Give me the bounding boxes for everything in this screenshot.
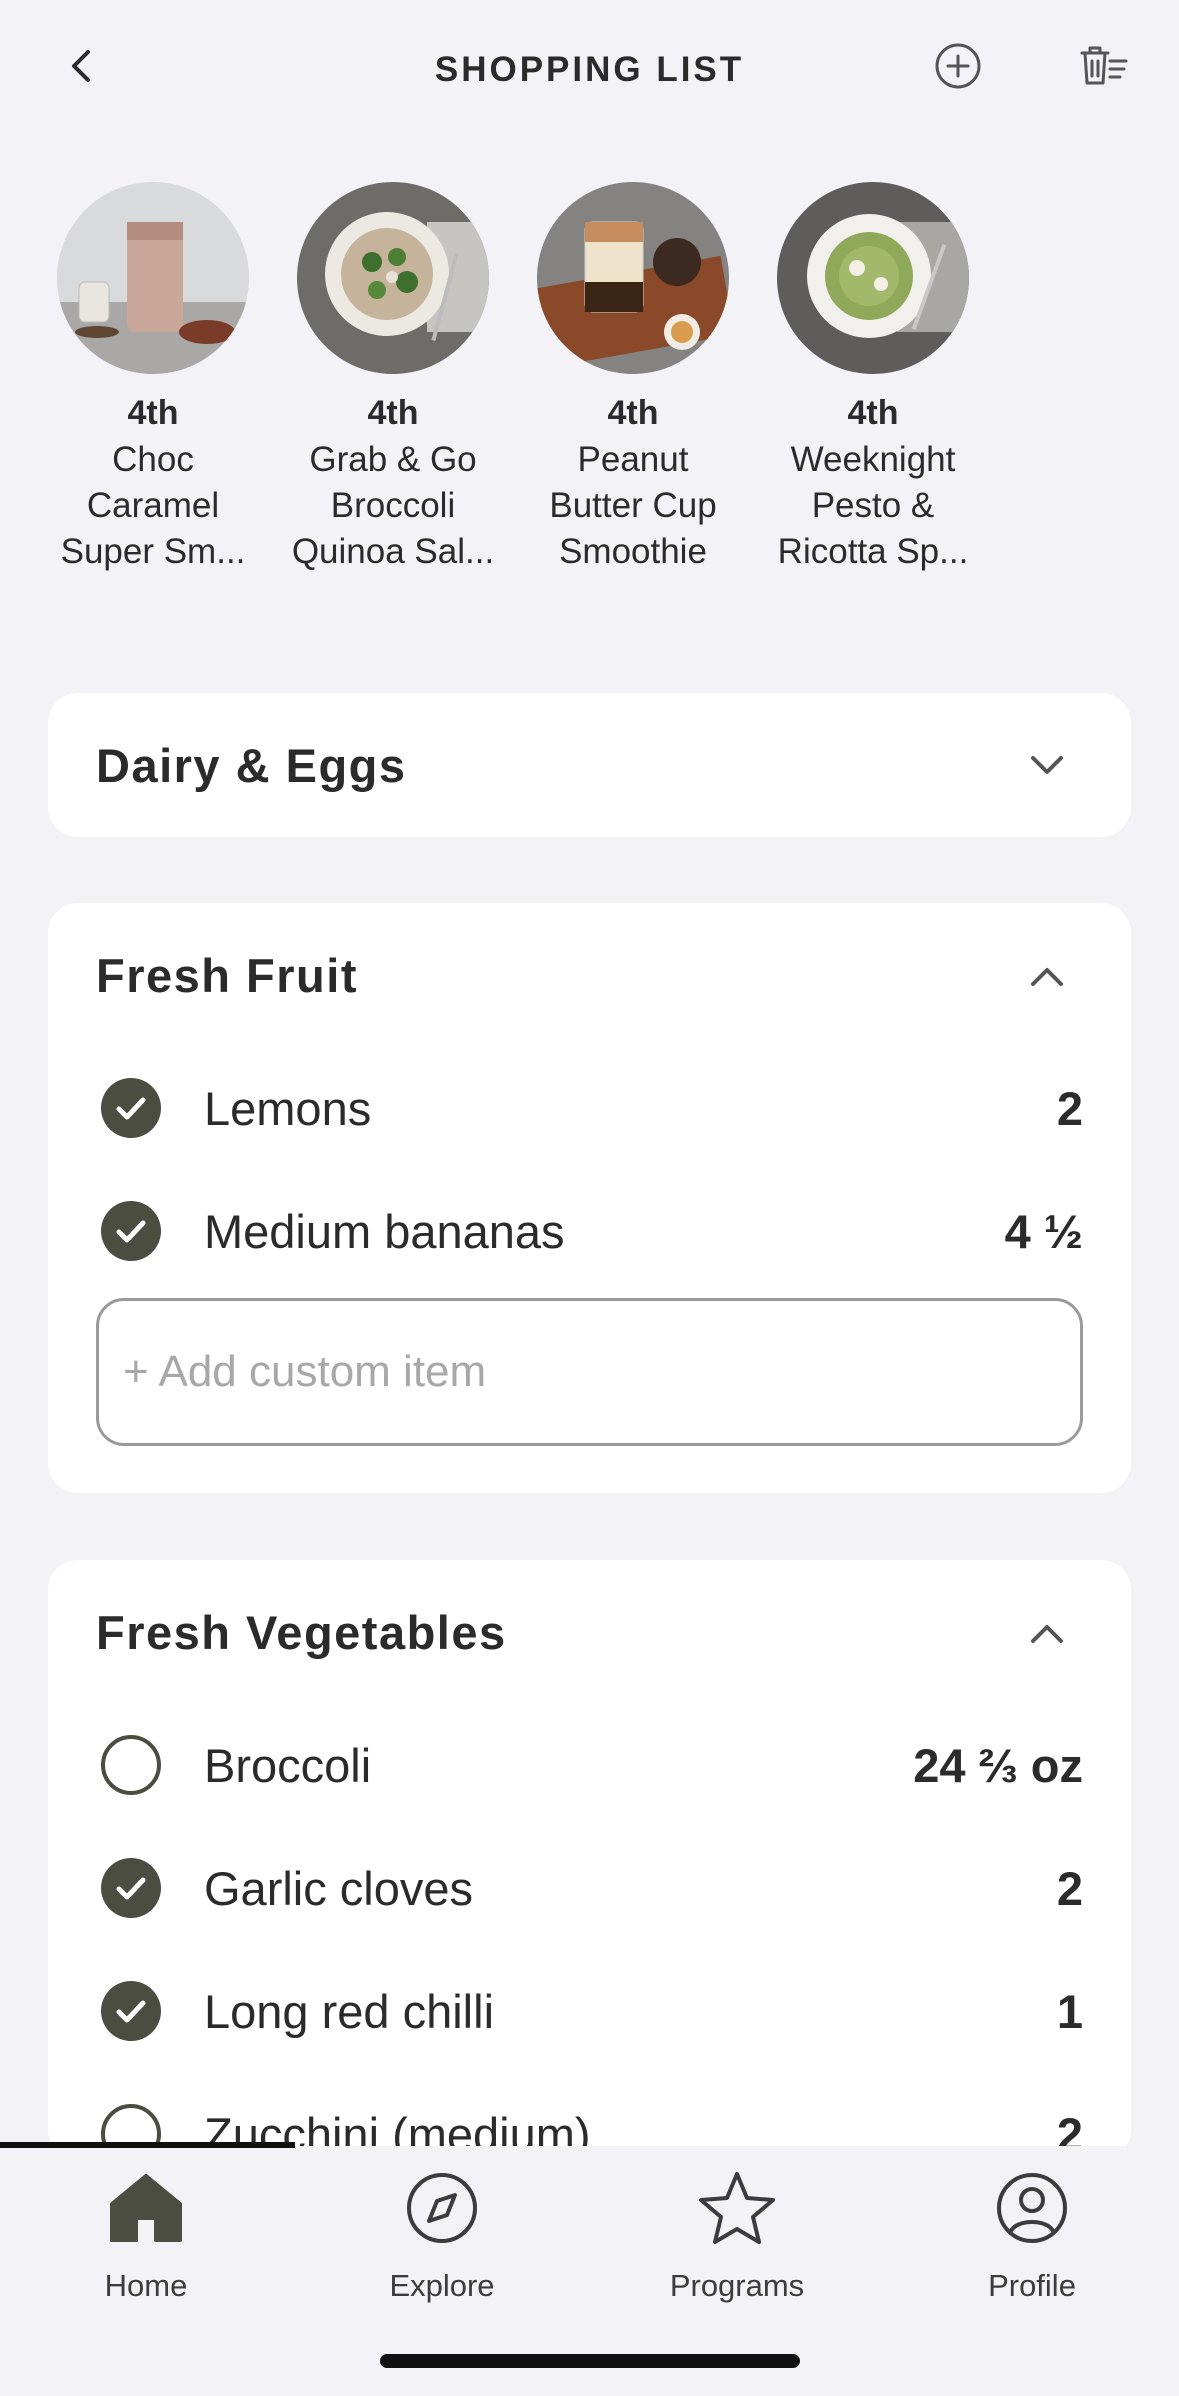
category-dairy-eggs[interactable]: Dairy & Eggs bbox=[48, 693, 1131, 837]
item-quantity: 24 ⅔ oz bbox=[913, 1739, 1083, 1792]
item-name: Lemons bbox=[204, 1082, 372, 1135]
add-custom-item-input[interactable] bbox=[96, 1298, 1083, 1446]
category-fresh-vegetables: Fresh Vegetables Broccoli 24 ⅔ oz Garlic… bbox=[48, 1560, 1131, 2164]
star-icon bbox=[695, 2166, 779, 2250]
checked-circle-icon[interactable] bbox=[100, 1857, 162, 1919]
checked-circle-icon[interactable] bbox=[100, 1077, 162, 1139]
item-quantity: 4 ½ bbox=[1004, 1205, 1083, 1258]
recipe-image bbox=[297, 182, 489, 374]
recipe-card[interactable]: 4th Choc Caramel Super Sm... bbox=[38, 182, 268, 575]
item-quantity: 2 bbox=[1056, 1082, 1083, 1135]
recipe-day: 4th bbox=[607, 394, 659, 432]
list-item[interactable]: Lemons 2 bbox=[48, 1063, 1131, 1153]
item-quantity: 1 bbox=[1056, 1985, 1083, 2038]
chevron-down-icon bbox=[1031, 756, 1063, 774]
clear-list-button[interactable] bbox=[1072, 36, 1132, 96]
unchecked-circle-icon[interactable] bbox=[100, 1734, 162, 1796]
recipe-day: 4th bbox=[127, 394, 179, 432]
plus-circle-icon bbox=[935, 43, 981, 89]
recipe-card[interactable]: 4th Weeknight Pesto & Ricotta Sp... bbox=[758, 182, 988, 575]
top-bar: SHOPPING LIST bbox=[0, 0, 1179, 150]
collapse-toggle[interactable] bbox=[1023, 1610, 1071, 1658]
list-item[interactable]: Broccoli 24 ⅔ oz bbox=[48, 1720, 1131, 1810]
category-fresh-fruit: Fresh Fruit Lemons 2 Medium bananas 4 ½ bbox=[48, 903, 1131, 1493]
category-title: Fresh Fruit bbox=[96, 949, 358, 1002]
chevron-up-icon bbox=[1031, 1625, 1063, 1643]
home-icon bbox=[104, 2166, 188, 2250]
recipe-day: 4th bbox=[847, 394, 899, 432]
list-item[interactable]: Garlic cloves 2 bbox=[48, 1843, 1131, 1933]
nav-item-explore[interactable]: Explore bbox=[342, 2166, 542, 2304]
add-item-button[interactable] bbox=[928, 36, 988, 96]
nav-label: Profile bbox=[988, 2268, 1076, 2303]
nav-label: Explore bbox=[389, 2268, 495, 2303]
category-title: Fresh Vegetables bbox=[96, 1606, 507, 1659]
recipe-name: Grab & Go Broccoli Quinoa Sal... bbox=[291, 440, 495, 571]
nav-label: Programs bbox=[669, 2268, 805, 2303]
item-name: Medium bananas bbox=[204, 1205, 565, 1258]
recipe-image bbox=[777, 182, 969, 374]
list-item[interactable]: Medium bananas 4 ½ bbox=[48, 1186, 1131, 1276]
compass-icon bbox=[400, 2166, 484, 2250]
expand-toggle[interactable] bbox=[1023, 741, 1071, 789]
recipe-name: Choc Caramel Super Sm... bbox=[60, 440, 246, 571]
recipe-card[interactable]: 4th Peanut Butter Cup Smoothie bbox=[518, 182, 748, 575]
recipe-card[interactable]: 4th Grab & Go Broccoli Quinoa Sal... bbox=[278, 182, 508, 575]
list-item[interactable]: Long red chilli 1 bbox=[48, 1966, 1131, 2056]
checked-circle-icon[interactable] bbox=[100, 1980, 162, 2042]
nav-item-home[interactable]: Home bbox=[46, 2166, 246, 2304]
page-title: SHOPPING LIST bbox=[434, 50, 745, 89]
item-name: Garlic cloves bbox=[204, 1862, 474, 1915]
recipe-name: Peanut Butter Cup Smoothie bbox=[549, 440, 717, 571]
recipe-image bbox=[537, 182, 729, 374]
item-quantity: 2 bbox=[1056, 1862, 1083, 1915]
recipe-carousel: 4th Choc Caramel Super Sm... 4th Grab & … bbox=[0, 182, 1179, 602]
recipe-day: 4th bbox=[367, 394, 419, 432]
recipe-name: Weeknight Pesto & Ricotta Sp... bbox=[777, 440, 969, 571]
trash-list-icon bbox=[1080, 46, 1128, 85]
collapse-toggle[interactable] bbox=[1023, 953, 1071, 1001]
chevron-up-icon bbox=[1031, 968, 1063, 986]
category-title: Dairy & Eggs bbox=[96, 739, 407, 792]
item-name: Long red chilli bbox=[204, 1985, 495, 2038]
scroll-indicator bbox=[0, 2142, 295, 2148]
home-indicator bbox=[380, 2354, 800, 2368]
profile-icon bbox=[990, 2166, 1074, 2250]
recipe-image bbox=[57, 182, 249, 374]
checked-circle-icon[interactable] bbox=[100, 1200, 162, 1262]
nav-label: Home bbox=[104, 2268, 188, 2303]
item-name: Broccoli bbox=[204, 1739, 372, 1792]
nav-item-programs[interactable]: Programs bbox=[637, 2166, 837, 2304]
nav-item-profile[interactable]: Profile bbox=[932, 2166, 1132, 2304]
